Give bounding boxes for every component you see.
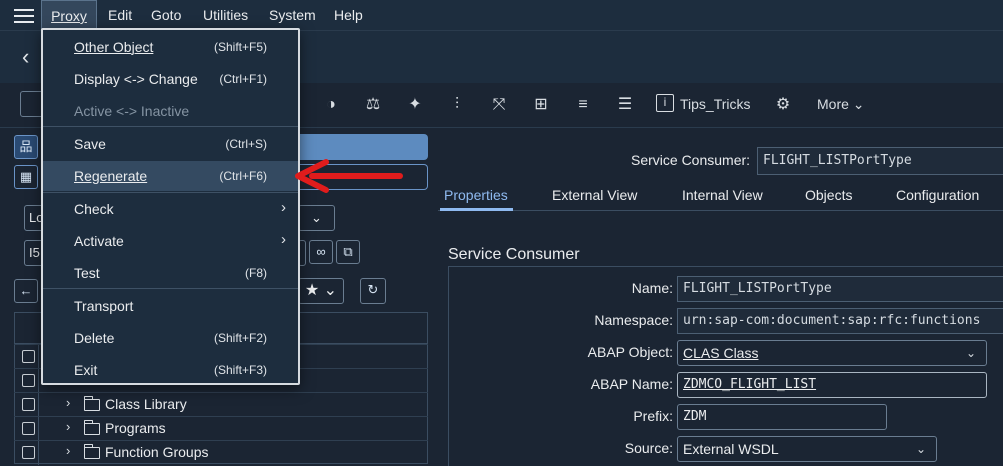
chevron-down-icon: ⌄ xyxy=(915,442,926,456)
copy-icon[interactable]: ⧉ xyxy=(336,240,360,264)
namespace-field: urn:sap-com:document:sap:rfc:functions xyxy=(677,308,1003,334)
left-tab-selected[interactable] xyxy=(298,134,428,160)
folder-icon xyxy=(84,444,100,459)
menu-system[interactable]: System xyxy=(269,0,316,31)
tree-label: Function Groups xyxy=(105,444,209,460)
source-label: Source: xyxy=(624,440,673,456)
menu-separator xyxy=(43,192,298,193)
more-button[interactable]: More ⌄ xyxy=(817,96,865,113)
info-icon[interactable]: i xyxy=(656,94,674,112)
menu-utilities[interactable]: Utilities xyxy=(203,0,248,31)
network-icon[interactable]: ⤧ xyxy=(488,94,510,116)
back-nav-icon[interactable]: ← xyxy=(14,279,38,303)
menu-item-exit[interactable]: Exit (Shift+F3) xyxy=(43,355,298,385)
chevron-down-icon: ⌄ xyxy=(965,346,976,360)
service-consumer-label: Service Consumer: xyxy=(631,152,751,168)
grid-view-icon[interactable]: ▦ xyxy=(14,165,38,189)
menu-help[interactable]: Help xyxy=(334,0,363,31)
menu-item-activate[interactable]: Activate › xyxy=(43,226,298,256)
chevron-right-icon: › xyxy=(281,231,286,248)
section-title: Service Consumer xyxy=(448,246,580,263)
tree-label: Class Library xyxy=(105,396,187,412)
tree-label: Programs xyxy=(105,420,166,436)
abap-object-label: ABAP Object: xyxy=(587,344,673,360)
row-checkbox[interactable] xyxy=(22,422,35,435)
tab-properties[interactable]: Properties xyxy=(444,187,508,203)
abap-object-select[interactable]: CLAS Class ⌄ xyxy=(677,340,987,366)
tab-strip-divider xyxy=(438,210,1003,211)
menu-separator xyxy=(43,126,298,127)
source-select[interactable]: External WSDL ⌄ xyxy=(677,436,937,462)
magic-wand-icon[interactable]: ✦ xyxy=(404,94,426,116)
balance-icon[interactable]: ⚖ xyxy=(362,94,384,116)
settings-icon[interactable]: ⚙ xyxy=(772,94,794,116)
tree-row[interactable]: › Programs xyxy=(14,416,428,441)
object-type-select-chevron[interactable]: ⌄ xyxy=(298,205,335,231)
hierarchy-icon[interactable]: ⫶ xyxy=(446,94,468,116)
menu-item-delete[interactable]: Delete (Shift+F2) xyxy=(43,323,298,353)
tab-internal-view[interactable]: Internal View xyxy=(682,187,763,203)
menu-item-transport[interactable]: Transport xyxy=(43,291,298,321)
name-label: Name: xyxy=(631,280,673,296)
folder-icon xyxy=(84,420,100,435)
menu-item-other-object[interactable]: Other Object (Shift+F5) xyxy=(43,32,298,62)
prefix-label: Prefix: xyxy=(633,408,673,424)
selected-tab-indicator xyxy=(440,208,513,211)
glasses-icon[interactable]: ∞ xyxy=(309,240,333,264)
chevron-right-icon: › xyxy=(281,199,286,216)
menu-edit[interactable]: Edit xyxy=(108,0,132,31)
expand-icon[interactable]: › xyxy=(66,395,70,410)
tips-tricks-button[interactable]: Tips_Tricks xyxy=(680,96,751,112)
display-object-icon[interactable]: ◑ xyxy=(320,94,342,116)
row-checkbox[interactable] xyxy=(22,446,35,459)
tab-external-view[interactable]: External View xyxy=(552,187,637,203)
tree-structure-icon[interactable]: ⊞ xyxy=(530,94,552,116)
abap-name-label: ABAP Name: xyxy=(590,376,673,392)
menu-item-regenerate[interactable]: Regenerate (Ctrl+F6) xyxy=(43,161,298,191)
abap-name-input[interactable]: ZDMCO_FLIGHT_LIST xyxy=(677,372,987,398)
tree-row[interactable]: › Class Library xyxy=(14,392,428,417)
expand-icon[interactable]: › xyxy=(66,419,70,434)
menu-item-test[interactable]: Test (F8) xyxy=(43,258,298,288)
tree-row[interactable]: › Function Groups xyxy=(14,440,428,465)
favorites-star-icon[interactable]: ★ ⌄ xyxy=(298,278,344,304)
menu-item-save[interactable]: Save (Ctrl+S) xyxy=(43,129,298,159)
folder-icon xyxy=(84,396,100,411)
menu-item-check[interactable]: Check › xyxy=(43,194,298,224)
tab-configuration[interactable]: Configuration xyxy=(896,187,979,203)
prefix-input[interactable]: ZDM xyxy=(677,404,887,430)
annotation-arrow-icon xyxy=(295,159,403,193)
menu-separator xyxy=(43,288,298,289)
name-field: FLIGHT_LISTPortType xyxy=(677,276,1003,302)
expand-icon[interactable]: › xyxy=(66,443,70,458)
tab-objects[interactable]: Objects xyxy=(805,187,852,203)
hamburger-menu-icon[interactable] xyxy=(14,7,34,25)
row-checkbox[interactable] xyxy=(22,398,35,411)
refresh-icon[interactable]: ↻ xyxy=(360,278,386,304)
namespace-label: Namespace: xyxy=(594,312,673,328)
menu-proxy[interactable]: Proxy xyxy=(41,0,97,31)
proxy-menu-dropdown: Other Object (Shift+F5) Display <-> Chang… xyxy=(41,28,300,385)
service-consumer-field: FLIGHT_LISTPortType xyxy=(757,147,1003,175)
hierarchy-view-icon[interactable]: 品 xyxy=(14,135,38,159)
menu-item-active-inactive: Active <-> Inactive xyxy=(74,103,190,119)
back-icon[interactable]: ‹ xyxy=(22,44,29,70)
documentation-icon[interactable]: ☰ xyxy=(614,94,636,116)
menu-goto[interactable]: Goto xyxy=(151,0,181,31)
align-icon[interactable]: ≡ xyxy=(572,94,594,116)
menu-item-display-change[interactable]: Display <-> Change (Ctrl+F1) xyxy=(43,64,298,94)
